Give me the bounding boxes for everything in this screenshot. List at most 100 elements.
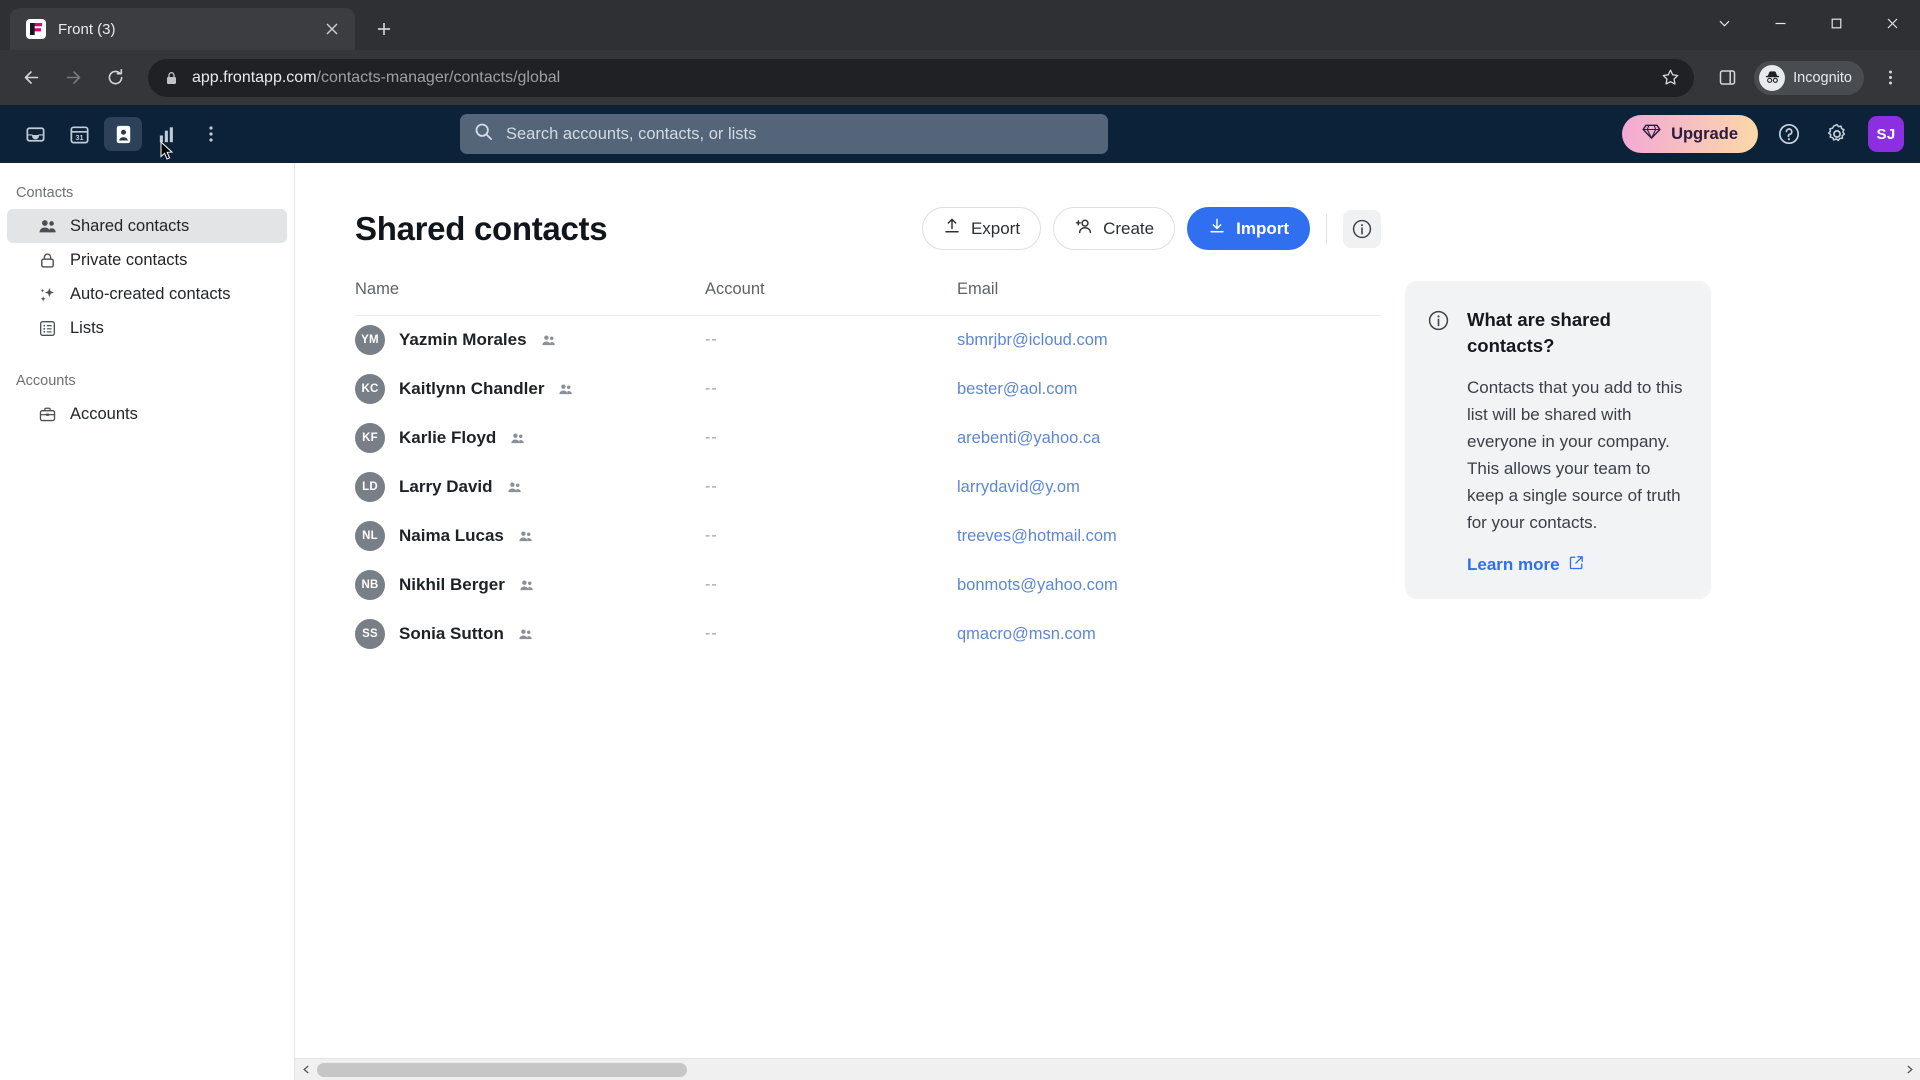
- browser-tab[interactable]: Front (3): [10, 8, 355, 50]
- scroll-left-icon[interactable]: [295, 1059, 317, 1080]
- contact-name: Karlie Floyd: [399, 428, 497, 447]
- sidebar-item-shared-contacts[interactable]: Shared contacts: [7, 209, 287, 243]
- info-toggle-button[interactable]: [1343, 209, 1381, 248]
- sidebar-item-auto-created-contacts[interactable]: Auto-created contacts: [7, 277, 287, 311]
- export-button[interactable]: Export: [921, 207, 1042, 250]
- contact-email[interactable]: arebenti@yahoo.ca: [957, 429, 1100, 447]
- close-icon[interactable]: [319, 16, 345, 42]
- contact-email[interactable]: treeves@hotmail.com: [957, 527, 1117, 545]
- sidebar-item-lists[interactable]: Lists: [7, 311, 287, 345]
- avatar: YM: [355, 325, 385, 356]
- cell-name[interactable]: NB Nikhil Berger: [355, 561, 705, 610]
- people-icon: [507, 480, 522, 495]
- star-icon[interactable]: [1661, 68, 1680, 87]
- kebab-menu-icon[interactable]: [1872, 60, 1908, 96]
- cell-account: --: [705, 512, 957, 561]
- contact-email[interactable]: sbmrjbr@icloud.com: [957, 331, 1108, 349]
- contact-name: Kaitlynn Chandler: [399, 379, 545, 398]
- maximize-icon[interactable]: [1808, 0, 1864, 46]
- people-icon: [518, 529, 533, 544]
- scroll-right-icon[interactable]: [1898, 1059, 1920, 1080]
- cell-email[interactable]: larrydavid@y.om: [957, 463, 1381, 512]
- close-icon[interactable]: [1864, 0, 1920, 46]
- sidebar-item-private-contacts[interactable]: Private contacts: [7, 243, 287, 277]
- contact-name: Naima Lucas: [399, 526, 504, 545]
- column-header-name[interactable]: Name: [355, 280, 705, 316]
- scrollbar-thumb[interactable]: [317, 1062, 687, 1077]
- upgrade-button[interactable]: Upgrade: [1622, 115, 1758, 153]
- upgrade-label: Upgrade: [1671, 124, 1738, 143]
- sparkle-icon: [37, 285, 57, 304]
- contacts-table-body: YM Yazmin Morales -- sbmrjbr@icloud.com KC Ka…: [355, 316, 1381, 659]
- horizontal-scrollbar[interactable]: [295, 1058, 1920, 1080]
- account-value: --: [705, 380, 718, 397]
- cell-email[interactable]: treeves@hotmail.com: [957, 512, 1381, 561]
- cell-name[interactable]: LD Larry David: [355, 463, 705, 512]
- table-row[interactable]: LD Larry David -- larrydavid@y.om: [355, 463, 1381, 512]
- user-avatar[interactable]: SJ: [1868, 116, 1904, 152]
- cell-name[interactable]: YM Yazmin Morales: [355, 316, 705, 365]
- info-card-body: Contacts that you add to this list will …: [1467, 377, 1683, 533]
- address-bar[interactable]: app.frontapp.com/contacts-manager/contac…: [148, 58, 1695, 97]
- page-actions: Export Create Import: [921, 207, 1381, 250]
- contact-email[interactable]: bonmots@yahoo.com: [957, 576, 1118, 594]
- cell-email[interactable]: arebenti@yahoo.ca: [957, 414, 1381, 463]
- shared-contacts-info-card: What are shared contacts? Contacts that …: [1405, 281, 1711, 599]
- chevron-down-icon[interactable]: [1696, 0, 1752, 46]
- table-row[interactable]: NB Nikhil Berger -- bonmots@yahoo.com: [355, 561, 1381, 610]
- sidebar-section-contacts-title: Contacts: [16, 185, 74, 201]
- column-header-account[interactable]: Account: [705, 280, 957, 316]
- search-placeholder: Search accounts, contacts, or lists: [506, 124, 757, 143]
- side-panel-icon[interactable]: [1708, 59, 1746, 97]
- back-arrow-icon[interactable]: [12, 59, 50, 97]
- cell-email[interactable]: sbmrjbr@icloud.com: [957, 316, 1381, 365]
- learn-more-link[interactable]: Learn more: [1467, 555, 1584, 575]
- sidebar-item-label: Shared contacts: [70, 216, 190, 235]
- account-value: --: [705, 429, 718, 446]
- cell-name[interactable]: KF Karlie Floyd: [355, 414, 705, 463]
- cell-name[interactable]: SS Sonia Sutton: [355, 610, 705, 659]
- help-circle-icon[interactable]: [1772, 117, 1806, 151]
- account-value: --: [705, 331, 718, 349]
- cell-name[interactable]: KC Kaitlynn Chandler: [355, 365, 705, 414]
- cell-email[interactable]: bester@aol.com: [957, 365, 1381, 414]
- avatar: KF: [355, 423, 385, 453]
- cell-account: --: [705, 561, 957, 610]
- table-row[interactable]: NL Naima Lucas -- treeves@hotmail.com: [355, 512, 1381, 561]
- create-button[interactable]: Create: [1053, 207, 1176, 250]
- table-row[interactable]: KF Karlie Floyd -- arebenti@yahoo.ca: [355, 414, 1381, 463]
- table-row[interactable]: KC Kaitlynn Chandler -- bester@aol.com: [355, 365, 1381, 414]
- sidebar-item-accounts[interactable]: Accounts: [7, 397, 287, 431]
- import-button[interactable]: Import: [1187, 207, 1310, 250]
- gear-icon[interactable]: [1820, 117, 1854, 151]
- column-header-email[interactable]: Email: [957, 280, 1381, 316]
- calendar-icon[interactable]: 31: [60, 117, 98, 151]
- address-bar-url: app.frontapp.com/contacts-manager/contac…: [192, 69, 560, 87]
- table-row[interactable]: YM Yazmin Morales -- sbmrjbr@icloud.com: [355, 316, 1381, 365]
- contact-email[interactable]: qmacro@msn.com: [957, 625, 1096, 643]
- contact-name: Larry David: [399, 477, 493, 496]
- account-value: --: [705, 527, 718, 544]
- table-row[interactable]: SS Sonia Sutton -- qmacro@msn.com: [355, 610, 1381, 659]
- new-tab-button[interactable]: [367, 12, 401, 46]
- inbox-icon[interactable]: [16, 117, 54, 151]
- contacts-icon[interactable]: [104, 117, 142, 151]
- sidebar-item-label: Lists: [70, 318, 104, 337]
- scrollbar-track[interactable]: [317, 1059, 1898, 1080]
- more-icon[interactable]: [192, 117, 230, 151]
- contact-email[interactable]: bester@aol.com: [957, 380, 1077, 398]
- contact-email[interactable]: larrydavid@y.om: [957, 478, 1080, 496]
- incognito-indicator[interactable]: Incognito: [1754, 60, 1864, 95]
- contact-name: Yazmin Morales: [399, 330, 527, 350]
- search-input[interactable]: Search accounts, contacts, or lists: [460, 114, 1108, 154]
- minimize-icon[interactable]: [1752, 0, 1808, 46]
- cell-email[interactable]: bonmots@yahoo.com: [957, 561, 1381, 610]
- url-path: /contacts-manager/contacts/global: [316, 68, 561, 86]
- cell-email[interactable]: qmacro@msn.com: [957, 610, 1381, 659]
- page-header: Shared contacts Export Create Import: [355, 207, 1381, 250]
- cell-account: --: [705, 463, 957, 512]
- mouse-cursor: [160, 140, 174, 166]
- cell-name[interactable]: NL Naima Lucas: [355, 512, 705, 561]
- contact-name: Nikhil Berger: [399, 575, 505, 594]
- reload-icon[interactable]: [96, 59, 134, 97]
